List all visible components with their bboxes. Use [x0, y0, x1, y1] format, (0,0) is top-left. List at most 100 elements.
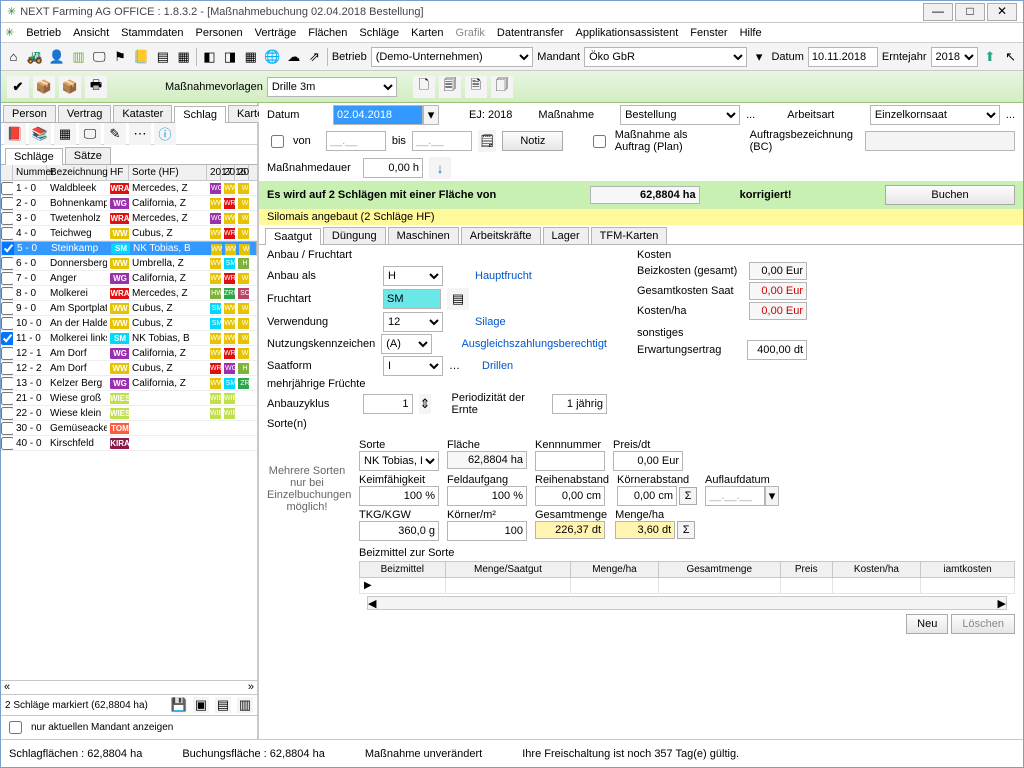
ellipsis1[interactable]: ... — [746, 109, 755, 121]
book-icon[interactable]: 📕 — [4, 123, 26, 145]
table-row[interactable]: 4 - 0TeichwegWWCubus, ZWWWRAW — [1, 226, 257, 241]
tab-tfmkarten[interactable]: TFM-Karten — [591, 227, 668, 244]
home-icon[interactable]: ⌂ — [5, 46, 22, 68]
col-2017[interactable]: 2017 — [207, 165, 221, 180]
layout1-icon[interactable]: ◧ — [201, 46, 218, 68]
subtab-schlaege[interactable]: Schläge — [5, 148, 63, 165]
table-row[interactable]: 8 - 0MolkereiWRAMercedes, ZHWZRUESC — [1, 286, 257, 301]
col-iamtkosten[interactable]: iamtkosten — [921, 562, 1015, 578]
hauptfrucht-link[interactable]: Hauptfrucht — [475, 270, 532, 282]
share-icon[interactable]: ⇗ — [306, 46, 323, 68]
col-beizmittel[interactable]: Beizmittel — [360, 562, 446, 578]
table-row[interactable]: 6 - 0DonnersbergWWUmbrella, ZWWSMH — [1, 256, 257, 271]
table-row[interactable]: 2 - 0BohnenkampWGCalifornia, ZWWWRAW — [1, 196, 257, 211]
hscrollbar[interactable]: ◀▶ — [367, 596, 1007, 610]
menu-ansicht[interactable]: Ansicht — [73, 27, 109, 39]
info-icon[interactable]: ⓘ — [154, 123, 176, 145]
datum-field[interactable] — [808, 47, 878, 67]
more-icon[interactable]: ⋯ — [129, 123, 151, 145]
notepad-icon[interactable]: 🗒 — [478, 130, 497, 152]
menu-datentransfer[interactable]: Datentransfer — [497, 27, 564, 39]
date-picker-icon[interactable]: ▾ — [423, 105, 439, 125]
table-row[interactable]: 13 - 0Kelzer BergWGCalifornia, ZWWSMZR — [1, 376, 257, 391]
dauer-input[interactable] — [363, 158, 423, 178]
preisdt-input[interactable] — [613, 451, 683, 471]
chart-icon[interactable]: ▦ — [175, 46, 192, 68]
table-row[interactable]: 30 - 0GemüseackerTOM — [1, 421, 257, 436]
silage-link[interactable]: Silage — [475, 316, 506, 328]
table-row[interactable]: 5 - 0SteinkampSMNK Tobias, BWWWWW — [1, 241, 257, 256]
nutz-select[interactable]: (A) — [381, 334, 432, 354]
beizmittel-table[interactable]: Beizmittel Menge/Saatgut Menge/ha Gesamt… — [359, 561, 1015, 594]
col-menge-saatgut[interactable]: Menge/Saatgut — [445, 562, 571, 578]
fruchtart-picker-icon[interactable]: ▤ — [447, 288, 469, 310]
box-yellow-icon[interactable]: 📦 — [59, 76, 81, 98]
subtab-saetze[interactable]: Sätze — [65, 147, 111, 164]
cloud-icon[interactable]: ☁ — [285, 46, 302, 68]
col-kostenha[interactable]: Kosten/ha — [832, 562, 920, 578]
save-icon[interactable]: 💾 — [171, 697, 187, 713]
von-checkbox[interactable] — [271, 135, 284, 148]
auftrag-checkbox[interactable] — [593, 135, 606, 148]
nav-first-icon[interactable]: « — [4, 681, 10, 694]
table-row[interactable]: 11 - 0Molkerei linksSMNK Tobias, BWWWWW — [1, 331, 257, 346]
fruchtart-input[interactable] — [383, 289, 441, 309]
menu-stammdaten[interactable]: Stammdaten — [121, 27, 183, 39]
table-row[interactable]: 1 - 0WaldbleekWRAMercedes, ZWGWWW — [1, 181, 257, 196]
minimize-button[interactable]: — — [923, 3, 953, 21]
bis-input[interactable] — [412, 131, 472, 151]
tab-person[interactable]: Person — [3, 105, 56, 122]
cursor-icon[interactable]: ↖ — [1002, 46, 1019, 68]
neu-button[interactable]: Neu — [906, 614, 948, 634]
display-icon[interactable]: 🖵 — [79, 123, 101, 145]
table-row[interactable]: 12 - 2Am DorfWWCubus, ZWRAWGH — [1, 361, 257, 376]
menu-grafik[interactable]: Grafik — [456, 27, 485, 39]
drillen-link[interactable]: Drillen — [482, 360, 513, 372]
menu-betrieb[interactable]: Betrieb — [26, 27, 61, 39]
massnahme-select[interactable]: Bestellung — [620, 105, 740, 125]
col-sorte[interactable]: Sorte (HF) — [129, 165, 207, 180]
tool1-icon[interactable]: ▣ — [193, 697, 209, 713]
tab-kataster[interactable]: Kataster — [113, 105, 172, 122]
reihenabstand-input[interactable] — [535, 486, 605, 506]
table-row[interactable]: 21 - 0Wiese großWIESWIESWIES — [1, 391, 257, 406]
erntejahr-select[interactable]: 2018 — [931, 47, 978, 67]
close-button[interactable]: ✕ — [987, 3, 1017, 21]
menu-schlaege[interactable]: Schläge — [359, 27, 399, 39]
datum-input[interactable] — [333, 105, 423, 125]
check-icon[interactable]: ✔ — [7, 76, 29, 98]
arbeitsart-select[interactable]: Einzelkornsaat — [870, 105, 1000, 125]
filter-icon[interactable]: ▤ — [155, 46, 172, 68]
auflaufdatum-input[interactable] — [705, 486, 765, 506]
ellipsis2[interactable]: ... — [1006, 109, 1015, 121]
feldaufgang-input[interactable] — [447, 486, 527, 506]
tab-vertrag[interactable]: Vertrag — [58, 105, 111, 122]
sigma2-icon[interactable]: Σ — [677, 521, 695, 539]
bc-input[interactable] — [865, 131, 1015, 151]
down-arrow-icon[interactable]: ↓ — [429, 157, 451, 179]
koernerm2-input[interactable] — [447, 521, 527, 541]
table-row[interactable]: 3 - 0TwetenholzWRAMercedes, ZWGWWW — [1, 211, 257, 226]
tab-arbeitskraefte[interactable]: Arbeitskräfte — [461, 227, 541, 244]
buchen-button[interactable]: Buchen — [885, 185, 1015, 205]
col-hf[interactable]: HF — [107, 165, 129, 180]
grid-icon[interactable]: ▦ — [54, 123, 76, 145]
menu-flaechen[interactable]: Flächen — [308, 27, 347, 39]
von-input[interactable] — [326, 131, 386, 151]
col-gesamtmenge[interactable]: Gesamtmenge — [658, 562, 780, 578]
col-nummer[interactable]: Nummer — [13, 165, 47, 180]
vorlagen-select[interactable]: Drille 3m — [267, 77, 397, 97]
menu-fenster[interactable]: Fenster — [690, 27, 727, 39]
table-row[interactable]: 22 - 0Wiese kleinWIESWIESWIES — [1, 406, 257, 421]
layout2-icon[interactable]: ◨ — [222, 46, 239, 68]
tool3-icon[interactable]: ▥ — [237, 697, 253, 713]
erwartung-input[interactable] — [747, 340, 807, 360]
doc-copy-icon[interactable]: 🗍 — [491, 76, 513, 98]
nav-last-icon[interactable]: » — [248, 681, 254, 694]
tab-lager[interactable]: Lager — [543, 227, 589, 244]
row-checkbox[interactable] — [1, 227, 13, 240]
spinner-icon[interactable]: ⇕ — [419, 394, 432, 414]
col-mengeha[interactable]: Menge/ha — [571, 562, 658, 578]
tab-duengung[interactable]: Düngung — [323, 227, 386, 244]
col-20[interactable]: 20 — [235, 165, 249, 180]
